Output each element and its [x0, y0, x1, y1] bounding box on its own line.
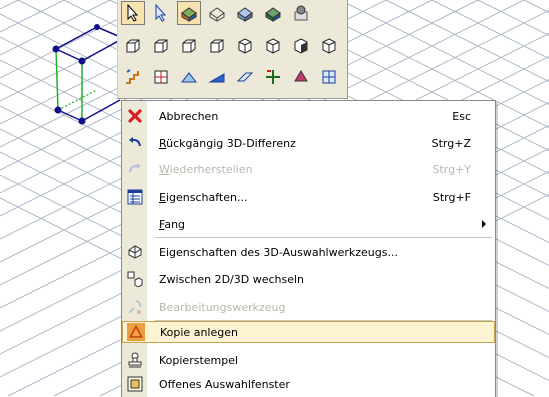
- edit-tool-icon: [126, 298, 144, 316]
- 3d-tools-palette: [117, 0, 348, 99]
- vertex-handle[interactable]: [52, 45, 60, 53]
- undo-icon: [126, 134, 144, 152]
- redo-icon: [126, 160, 144, 178]
- selected-3d-object[interactable]: [52, 24, 126, 125]
- menu-item-snap[interactable]: Fang: [122, 213, 495, 235]
- toggle-2d3d-icon: [126, 270, 144, 288]
- vertex-handle[interactable]: [78, 117, 86, 125]
- snap-icon[interactable]: [317, 65, 341, 89]
- box-1-icon[interactable]: [121, 34, 145, 58]
- menu-item-shortcut: Strg+Z: [431, 136, 471, 150]
- selection-window-icon: [126, 375, 144, 393]
- menu-item-selection-window[interactable]: Offenes Auswahlfenster: [122, 373, 495, 395]
- cube-3-icon[interactable]: [289, 34, 313, 58]
- menu-separator: [155, 237, 492, 238]
- box-4-icon[interactable]: [205, 34, 229, 58]
- render-wire-icon[interactable]: [205, 1, 229, 25]
- menu-item-label: Offenes Auswahlfenster: [159, 377, 290, 391]
- menu-item-copy-stamp[interactable]: Kopierstempel: [122, 349, 495, 371]
- menu-item-shortcut: Strg+Y: [432, 162, 471, 176]
- menu-item-label: Fang: [159, 217, 186, 231]
- menu-item-tool-properties[interactable]: Eigenschaften des 3D-Auswahlwerkzeugs...: [122, 241, 495, 263]
- menu-item-toggle-2d3d[interactable]: Zwischen 2D/3D wechseln: [122, 268, 495, 290]
- context-menu: Abbrechen Esc Rückgängig 3D-Differenz St…: [121, 100, 496, 397]
- menu-item-label: Wiederherstellen: [159, 162, 253, 176]
- create-copy-icon: [127, 323, 145, 341]
- properties-icon: [126, 188, 144, 206]
- render-settings-icon[interactable]: [289, 1, 313, 25]
- menu-item-shortcut: Esc: [452, 109, 471, 123]
- menu-item-cancel[interactable]: Abbrechen Esc: [122, 105, 495, 127]
- pointer-icon[interactable]: [121, 1, 145, 25]
- box-3-icon[interactable]: [177, 34, 201, 58]
- menu-item-label: Rückgängig 3D-Differenz: [159, 136, 296, 150]
- copy-stamp-icon: [126, 351, 144, 369]
- menu-item-redo[interactable]: Wiederherstellen Strg+Y: [122, 158, 495, 180]
- menu-item-label: Abbrechen: [159, 109, 219, 123]
- submenu-arrow-icon: [482, 220, 486, 228]
- menu-item-shortcut: Strg+F: [432, 190, 471, 204]
- vertex-handle[interactable]: [54, 106, 62, 114]
- menu-item-undo[interactable]: Rückgängig 3D-Differenz Strg+Z: [122, 132, 495, 154]
- cube-1-icon[interactable]: [233, 34, 257, 58]
- stairs-icon[interactable]: [121, 65, 145, 89]
- cube-4-icon[interactable]: [317, 34, 341, 58]
- box-2-icon[interactable]: [149, 34, 173, 58]
- menu-item-edit-tool[interactable]: Bearbeitungswerkzeug: [122, 296, 495, 318]
- render-color-icon[interactable]: [261, 1, 285, 25]
- slope-icon[interactable]: [205, 65, 229, 89]
- vertex-handle[interactable]: [78, 57, 86, 65]
- menu-item-label: Eigenschaften des 3D-Auswahlwerkzeugs...: [159, 245, 398, 259]
- pointer-alt-icon[interactable]: [149, 1, 173, 25]
- menu-item-label: Kopierstempel: [159, 353, 239, 367]
- render-hidden-icon[interactable]: [233, 1, 257, 25]
- render-shaded-icon[interactable]: [177, 1, 201, 25]
- pyramid-icon[interactable]: [289, 65, 313, 89]
- menu-item-label: Bearbeitungswerkzeug: [159, 300, 286, 314]
- menu-item-label: Zwischen 2D/3D wechseln: [159, 272, 305, 286]
- menu-item-create-copy[interactable]: Kopie anlegen: [122, 321, 495, 343]
- vertex-handle[interactable]: [94, 24, 100, 30]
- menu-item-label: Kopie anlegen: [160, 325, 238, 339]
- menu-item-label: Eigenschaften...: [159, 190, 248, 204]
- move-icon[interactable]: [261, 65, 285, 89]
- toolbar-row-elements: [121, 64, 345, 90]
- roof-icon[interactable]: [177, 65, 201, 89]
- toolbar-row-solids: [121, 33, 345, 59]
- cancel-x-icon: [126, 107, 144, 125]
- plane-icon[interactable]: [233, 65, 257, 89]
- tool-properties-icon: [126, 243, 144, 261]
- toolbar-row-selection: [121, 0, 317, 26]
- grid-icon[interactable]: [149, 65, 173, 89]
- cube-2-icon[interactable]: [261, 34, 285, 58]
- menu-item-properties[interactable]: Eigenschaften... Strg+F: [122, 186, 495, 208]
